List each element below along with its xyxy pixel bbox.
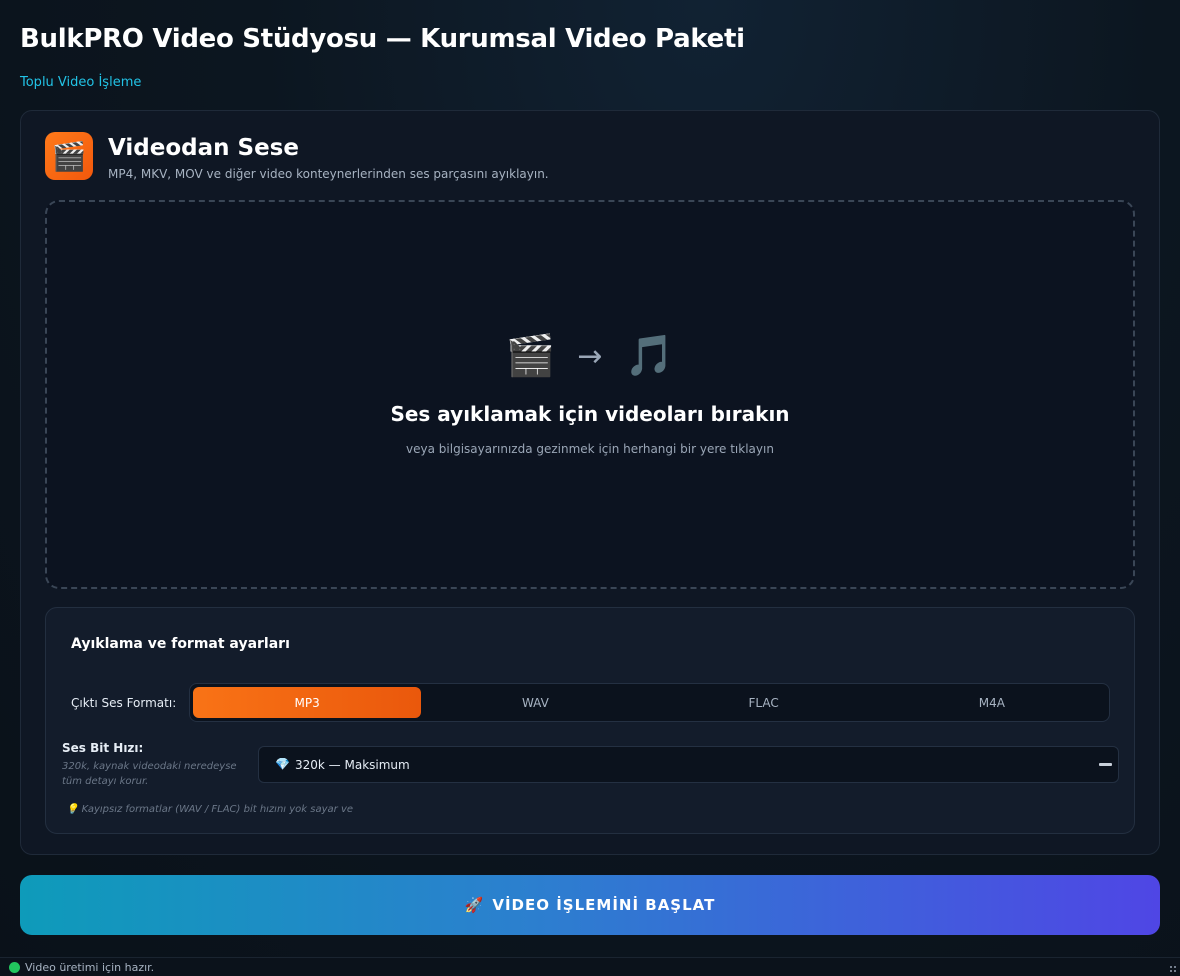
arrow-right-icon: →: [577, 338, 603, 374]
start-processing-label: VİDEO İŞLEMİNİ BAŞLAT: [492, 896, 716, 914]
video-dropzone[interactable]: 🎬 → 🎵 Ses ayıklamak için videoları bırak…: [45, 200, 1135, 589]
resize-grip-icon[interactable]: [1169, 965, 1177, 973]
lossless-note-text: Kayıpsız formatlar (WAV / FLAC) bit hızı…: [81, 804, 354, 815]
bitrate-help: 320k, kaynak videodaki neredeyse tüm det…: [62, 761, 237, 787]
dropzone-title: Ses ayıklamak için videoları bırakın: [390, 402, 790, 426]
format-selector: MP3 WAV FLAC M4A: [189, 683, 1110, 722]
bitrate-label: Ses Bit Hızı:: [62, 741, 144, 755]
app-title: BulkPRO Video Stüdyosu — Kurumsal Video …: [20, 24, 745, 54]
format-option-m4a[interactable]: M4A: [878, 687, 1106, 718]
dropzone-hint: veya bilgisayarınızda gezinmek için herh…: [406, 442, 774, 456]
format-option-flac[interactable]: FLAC: [650, 687, 878, 718]
video-to-audio-panel: 🎬 Videodan Sese MP4, MKV, MOV ve diğer v…: [20, 110, 1160, 855]
dropzone-icons: 🎬 → 🎵: [47, 336, 1133, 376]
settings-card: Ayıklama ve format ayarları Çıktı Ses Fo…: [45, 607, 1135, 834]
format-option-mp3[interactable]: MP3: [193, 687, 422, 718]
lightbulb-icon: 💡: [66, 804, 79, 815]
music-note-icon: 🎵: [624, 333, 675, 379]
clapperboard-icon: 🎬: [45, 132, 93, 180]
bitrate-value: 320k — Maksimum: [295, 758, 410, 772]
tool-description: MP4, MKV, MOV ve diğer video konteynerle…: [108, 167, 549, 181]
status-indicator-icon: [9, 962, 20, 973]
tool-title: Videodan Sese: [108, 135, 299, 161]
status-bar: Video üretimi için hazır.: [0, 957, 1180, 976]
app-subtitle: Toplu Video İşleme: [20, 75, 142, 90]
clapperboard-icon: 🎬: [505, 333, 556, 379]
rocket-icon: 🚀: [464, 896, 485, 914]
status-text: Video üretimi için hazır.: [25, 961, 155, 974]
gem-icon: 💎: [275, 757, 290, 771]
format-label: Çıktı Ses Formatı:: [71, 696, 177, 710]
format-option-wav[interactable]: WAV: [421, 687, 649, 718]
dropdown-handle-icon: [1099, 763, 1112, 766]
lossless-note: 💡 Kayıpsız formatlar (WAV / FLAC) bit hı…: [66, 804, 353, 815]
start-processing-button[interactable]: 🚀 VİDEO İŞLEMİNİ BAŞLAT: [20, 875, 1160, 935]
settings-title: Ayıklama ve format ayarları: [71, 636, 290, 652]
bitrate-select[interactable]: 💎 320k — Maksimum: [258, 746, 1119, 783]
